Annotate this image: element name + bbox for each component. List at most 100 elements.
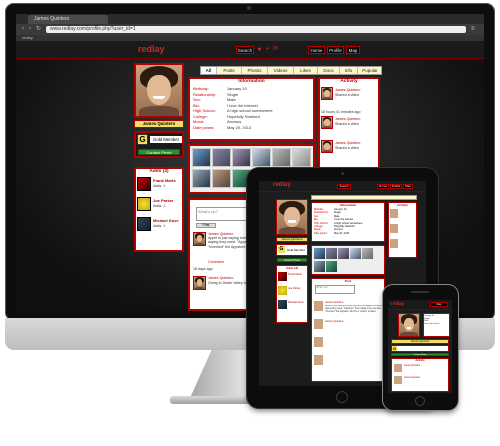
iphone-profile-name: James Quintero [391,339,449,344]
site-logo[interactable]: redlay [138,44,165,54]
iphone-speaker [411,291,429,293]
ipad-logo[interactable]: redlay [273,182,291,188]
contact-photo-button[interactable]: Contact Photo [138,149,180,155]
photo-thumbnail[interactable] [232,148,251,167]
ipad-friend-name[interactable]: Michael Dove [288,301,308,304]
activity-name[interactable]: James Quintero [335,141,379,145]
ipad-contact-button[interactable]: Contact Photo [277,258,307,262]
iphone-activity-avatar[interactable] [394,376,402,384]
photo-thumbnail[interactable] [292,148,311,167]
ipad-profile-picture[interactable] [276,199,308,235]
activity-avatar[interactable] [321,140,333,153]
friend-name[interactable]: Joe Parker [153,198,183,203]
ipad-post-avatar[interactable] [314,319,323,329]
tab-all[interactable]: All [201,67,217,74]
tab-videos[interactable]: Videos [268,67,294,74]
profile-button[interactable]: Profile [327,46,344,54]
iphone-logo[interactable]: redlay [391,301,404,306]
ipad-friend-avatar[interactable] [278,286,287,295]
ipad-activity-avatar[interactable] [390,209,398,218]
ipad-friend-avatar[interactable] [278,300,287,309]
post-avatar[interactable] [193,276,206,290]
ipad-friend-name[interactable]: Joe Parker [288,287,308,290]
photo-thumbnail[interactable] [212,148,231,167]
ipad-home-button[interactable]: Home [377,184,389,189]
friend-avatar[interactable] [137,217,151,231]
iphone-contact-button[interactable]: Contact Photo [391,353,449,356]
mail-icon[interactable]: ✉ [272,45,279,54]
photo-thumbnail[interactable] [252,148,271,167]
iphone-profile-picture[interactable] [398,313,420,337]
friend-name[interactable]: Michael Dove [153,218,183,223]
ipad-post-title: Post [344,279,352,283]
iphone-activity-name[interactable]: James Quintero [404,377,448,379]
photo-thumbnail[interactable] [192,148,211,167]
tab-photos[interactable]: Photos [242,67,268,74]
ipad-search-button[interactable]: Search [337,184,351,189]
ipad-post-author[interactable]: James Quintero [325,320,383,323]
information-title: Information [238,79,265,84]
friend-avatar[interactable] [137,177,151,191]
activity-name[interactable]: James Quintero [335,88,379,92]
add-icon[interactable]: + [264,45,271,54]
info-label: Date joined: [314,231,328,235]
ipad-friend-name[interactable]: Frank Marts [288,273,308,276]
browser-tab[interactable]: James Quintero [28,15,108,24]
ipad-profile-button[interactable]: Profile [390,184,402,189]
friend-name[interactable]: Frank Marts [153,178,183,183]
ipad-post-author[interactable]: James Quintero [325,301,383,304]
imac-camera [247,6,251,10]
post-avatar[interactable] [193,232,206,246]
ipad-home-button[interactable] [336,391,348,403]
ipad-friend-avatar[interactable] [278,272,287,281]
tab-likes[interactable]: Likes [294,67,318,74]
ipad-photo-thumbnail[interactable] [362,248,373,259]
iphone-map-button[interactable]: Map [430,302,448,307]
ipad-activity-avatar[interactable] [390,239,398,248]
bookmark-link[interactable]: redlay [22,35,33,40]
activity-name[interactable]: James Quintero [335,117,379,121]
tab-popular[interactable]: Popular [358,67,382,74]
post-button[interactable]: Post [196,223,216,228]
ipad-photo-thumbnail[interactable] [350,248,361,259]
photo-thumbnail[interactable] [272,148,291,167]
map-button[interactable]: Map [346,46,360,54]
profile-picture[interactable] [134,63,184,118]
tab-posts[interactable]: Posts [217,67,242,74]
address-bar[interactable]: www.redlay.com/profile.php?user_id=1 [46,26,466,33]
ipad-photo-thumbnail[interactable] [326,248,337,259]
ipad-photo-thumbnail[interactable] [314,261,325,272]
iphone-activity-name[interactable]: James Quintero [404,365,448,367]
iphone-home-button[interactable] [415,396,425,406]
reload-icon[interactable]: ↻ [36,26,41,33]
search-button[interactable]: Search [236,46,254,54]
menu-icon[interactable]: ≡ [471,26,476,33]
ipad-map-button[interactable]: Map [403,184,413,189]
ipad-photo-thumbnail[interactable] [314,248,325,259]
info-value: I love the internet [424,323,440,326]
gold-badge-icon: G [137,134,148,145]
photo-thumbnail[interactable] [192,169,211,188]
tab-docs[interactable]: Docs [318,67,340,74]
back-icon[interactable]: ‹ [22,26,27,33]
iphone-activity-avatar[interactable] [394,364,402,372]
friend-avatar[interactable] [137,197,151,211]
ipad-post-avatar[interactable] [314,355,323,365]
home-button[interactable]: Home [308,46,325,54]
post-time: 18 days ago [193,267,213,271]
forward-icon[interactable]: › [29,26,34,33]
ipad-photo-thumbnail[interactable] [338,248,349,259]
ipad-post-input[interactable]: What's up? [315,285,355,294]
ipad-activity-title: Activity [397,203,408,207]
ipad-activity-avatar[interactable] [390,224,398,233]
comment-link[interactable]: Comment [208,260,248,264]
user-icon[interactable]: ● [256,45,263,54]
activity-avatar[interactable] [321,116,333,129]
friend-meta: Adds: 1 [153,224,166,228]
ipad-post-avatar[interactable] [314,301,323,311]
ipad-photo-thumbnail[interactable] [326,261,337,272]
activity-avatar[interactable] [321,87,333,100]
tab-info[interactable]: Info [340,67,358,74]
photo-thumbnail[interactable] [212,169,231,188]
ipad-post-avatar[interactable] [314,337,323,347]
